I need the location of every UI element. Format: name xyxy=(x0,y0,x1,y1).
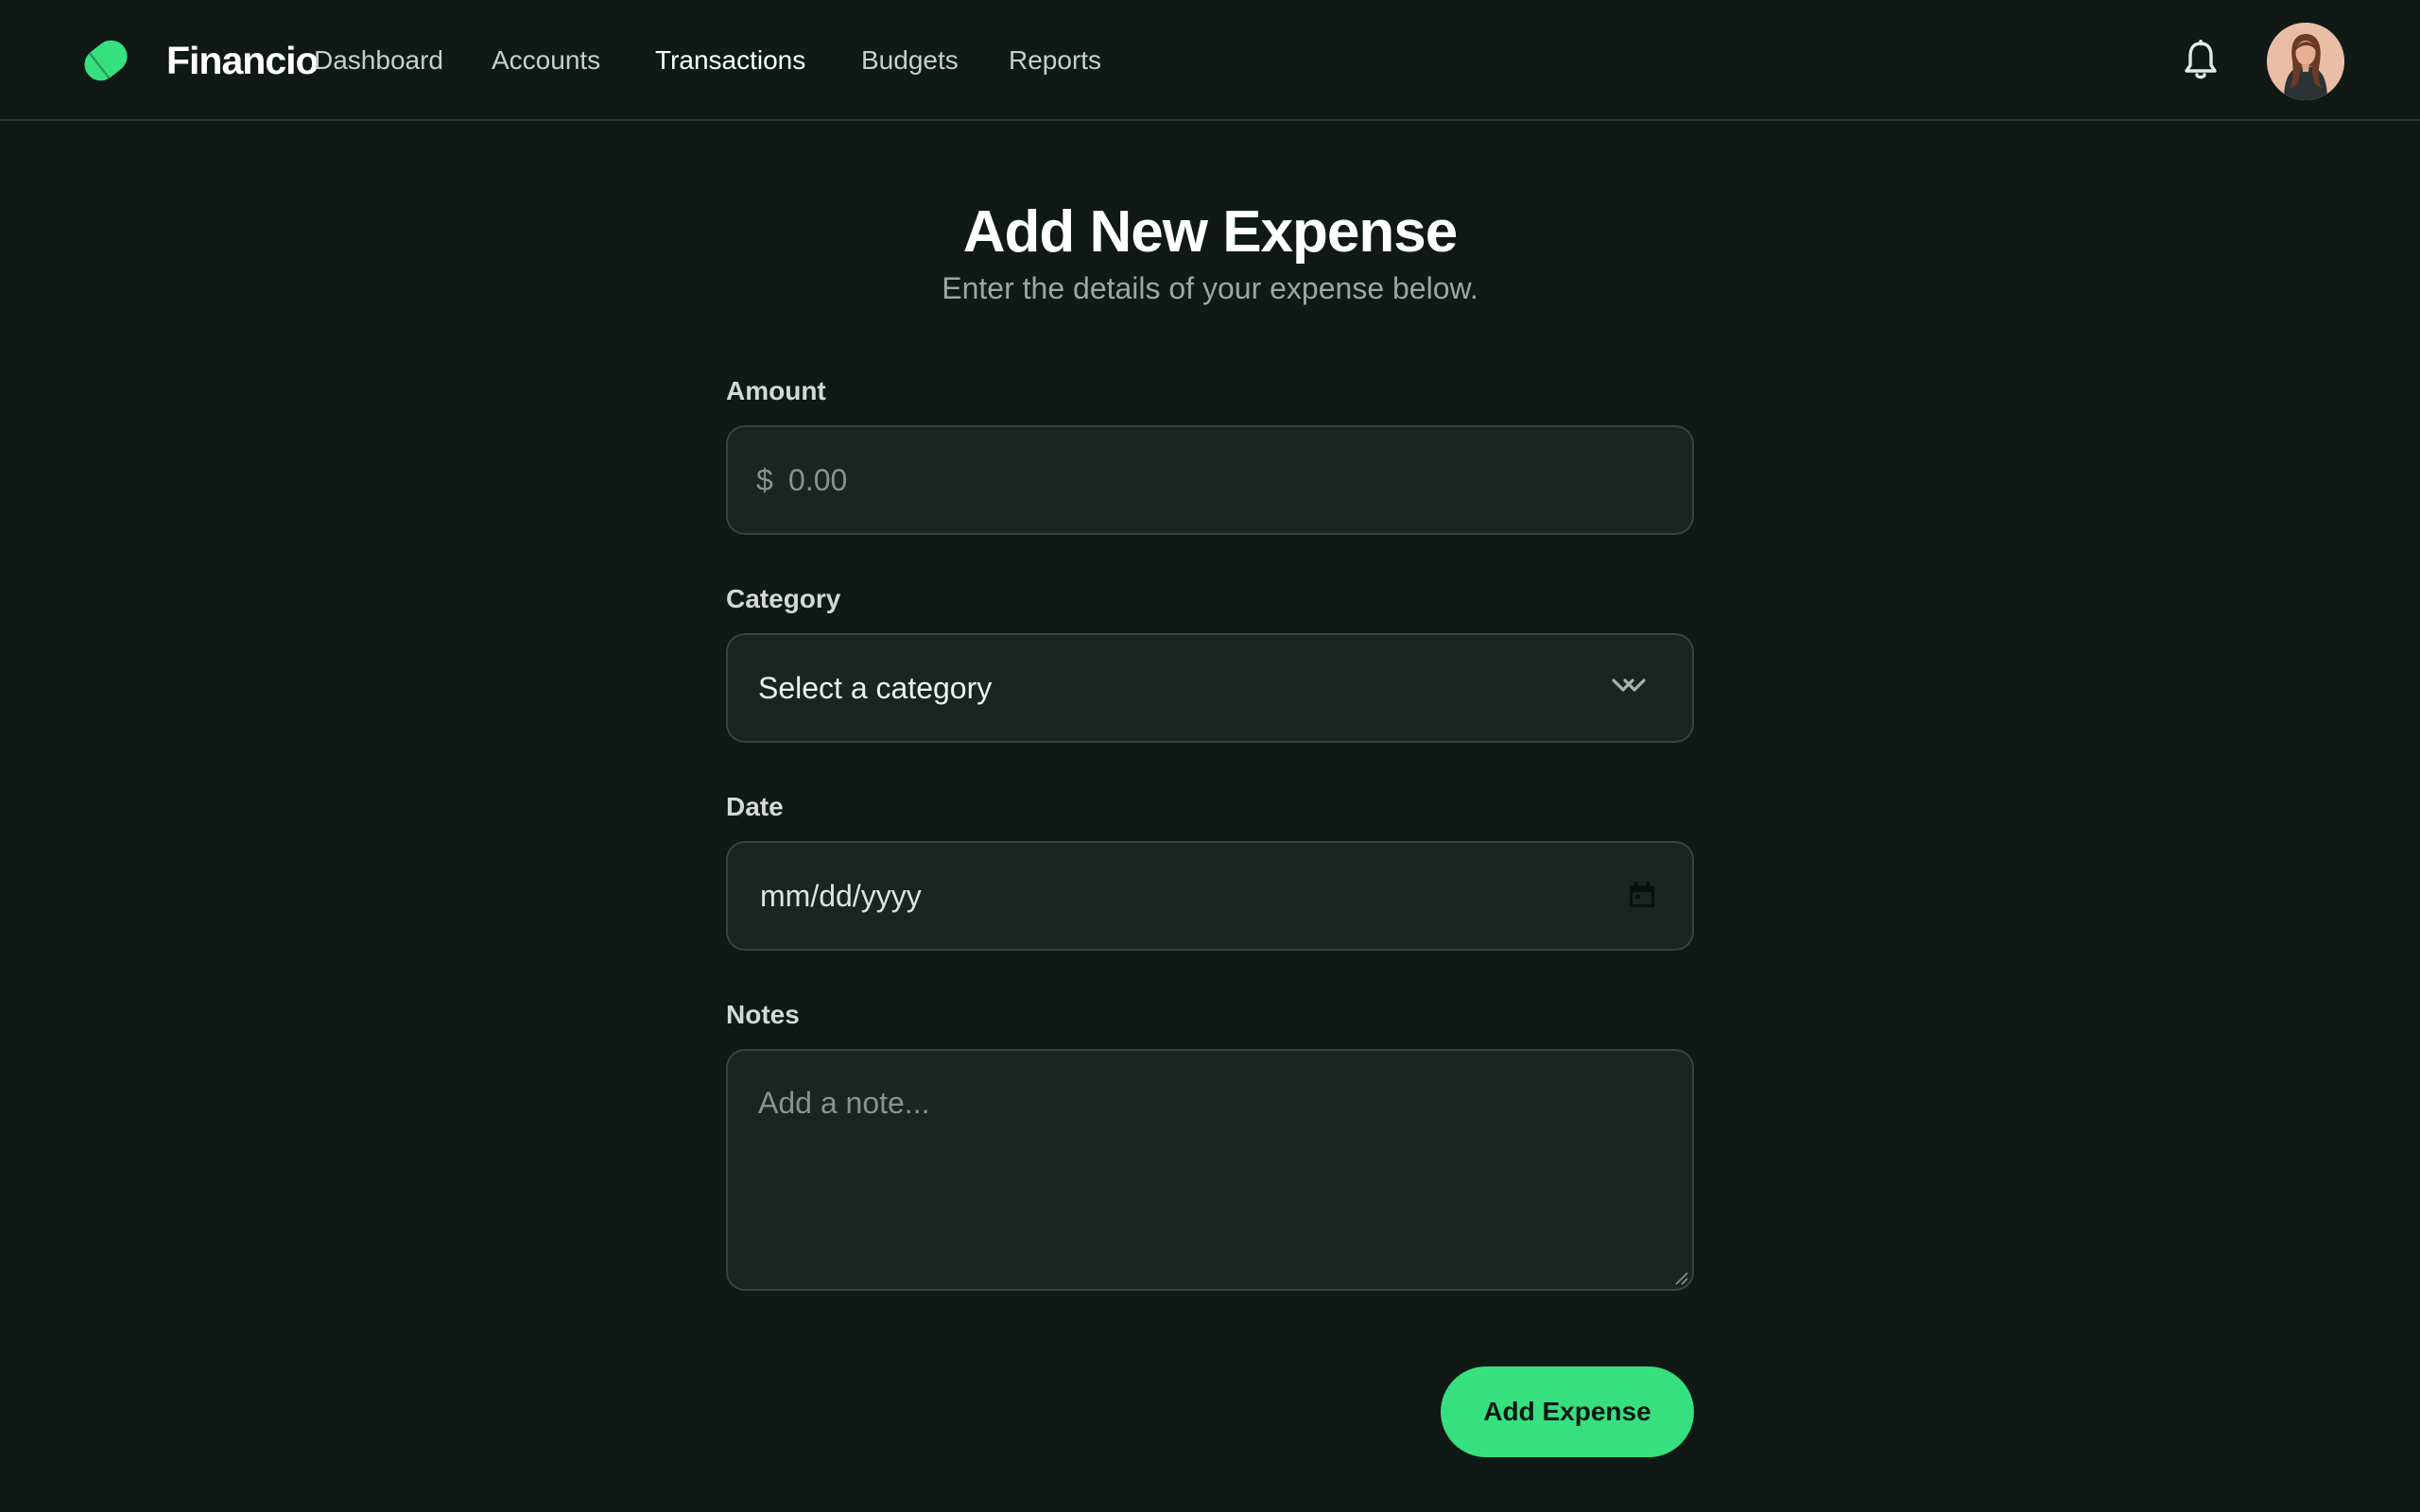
chevron-down-icon xyxy=(1612,679,1646,692)
brand-name: Financio xyxy=(166,39,320,82)
date-input[interactable]: mm/dd/yyyy xyxy=(726,841,1694,951)
nav-item-accounts[interactable]: Accounts xyxy=(492,38,600,83)
top-navigation-bar: Financio Dashboard Accounts Transactions… xyxy=(0,0,2420,121)
calendar-icon[interactable] xyxy=(1628,881,1656,909)
amount-label: Amount xyxy=(726,376,826,405)
brand-logo-icon xyxy=(84,40,128,81)
notes-label: Notes xyxy=(726,1000,800,1029)
date-label: Date xyxy=(726,792,784,821)
page-subtitle: Enter the details of your expense below. xyxy=(942,271,1478,305)
nav-item-reports[interactable]: Reports xyxy=(1009,38,1101,83)
nav-item-dashboard[interactable]: Dashboard xyxy=(314,38,443,83)
bell-icon[interactable] xyxy=(2182,40,2220,81)
notes-placeholder: Add a note... xyxy=(758,1086,930,1120)
add-expense-button[interactable]: Add Expense xyxy=(1441,1366,1694,1457)
brand[interactable]: Financio xyxy=(78,32,320,89)
nav-item-transactions[interactable]: Transactions xyxy=(655,38,805,83)
currency-symbol: $ xyxy=(756,463,773,497)
avatar-portrait-icon xyxy=(2267,23,2344,100)
date-placeholder: mm/dd/yyyy xyxy=(760,879,922,913)
user-avatar[interactable] xyxy=(2267,23,2344,100)
resize-handle-icon[interactable] xyxy=(1673,1270,1688,1285)
category-label: Category xyxy=(726,584,841,613)
page-title: Add New Expense xyxy=(962,199,1458,265)
amount-input[interactable]: 0.00 xyxy=(788,427,847,533)
notes-textarea[interactable]: Add a note... xyxy=(726,1049,1694,1291)
nav-item-budgets[interactable]: Budgets xyxy=(861,38,959,83)
amount-field[interactable]: $ 0.00 xyxy=(726,425,1694,535)
category-selected-value: Select a category xyxy=(758,671,993,705)
category-select[interactable]: Select a category xyxy=(726,633,1694,743)
